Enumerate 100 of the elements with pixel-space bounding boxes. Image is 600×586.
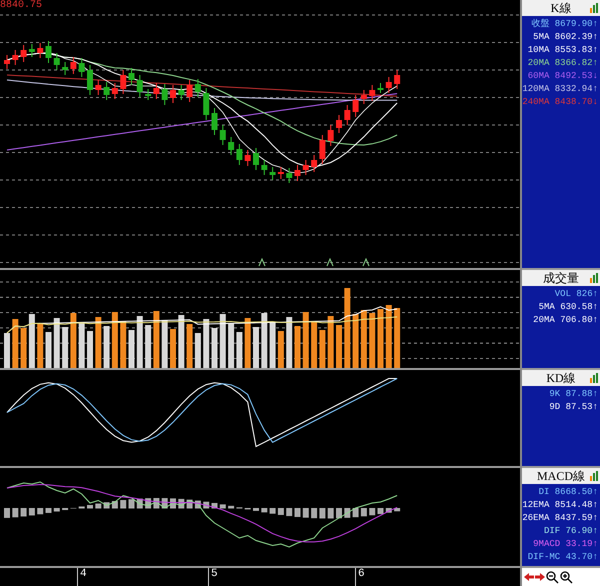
candlestick (302, 160, 309, 176)
volume-bar (352, 314, 359, 368)
panel-title: MACD線 (536, 468, 585, 484)
indicator-value: DI 8668.50↑ (538, 486, 598, 499)
volume-bar (253, 327, 259, 368)
candlestick (46, 40, 52, 64)
candlestick (270, 166, 276, 180)
histogram-bar (253, 508, 259, 511)
volume-bar (136, 316, 143, 368)
volume-bar (336, 325, 342, 368)
bar-chart-icon[interactable] (590, 471, 598, 481)
indicator-value: 10MA 8553.83↑ (528, 44, 598, 57)
volume-bar (294, 326, 300, 368)
candlestick (178, 84, 184, 100)
indicator-value: 9MACD 33.19↑ (533, 538, 598, 551)
candlestick (54, 52, 60, 70)
candlestick (170, 84, 176, 104)
candlestick (28, 44, 35, 58)
bar-chart-icon[interactable] (590, 373, 598, 383)
volume-bar (28, 314, 35, 368)
candlestick (352, 94, 359, 118)
histogram-bar (336, 508, 342, 518)
volume-bar (170, 329, 176, 368)
histogram-bar (311, 508, 318, 518)
histogram-bar (352, 508, 359, 518)
indicator-value: 5MA 630.58↑ (538, 301, 598, 314)
panel-title: K線 (550, 0, 572, 16)
volume-bar (328, 316, 334, 368)
candlestick (286, 168, 292, 184)
right-arrow-icon[interactable] (535, 572, 545, 582)
volume-bar (278, 331, 284, 368)
histogram-bar (128, 499, 134, 508)
histogram-bar (369, 508, 376, 516)
price-high-label: 8840.75 (0, 0, 42, 11)
zoom-out-icon[interactable] (546, 570, 559, 584)
histogram-bar (328, 508, 334, 518)
volume-bar (378, 309, 384, 368)
bar-chart-icon[interactable] (590, 273, 598, 283)
histogram-bar (37, 508, 44, 514)
indicator-value: 9D 87.53↑ (549, 401, 598, 414)
histogram-bar (12, 508, 18, 518)
histogram-bar (62, 508, 68, 510)
candlestick (228, 136, 234, 156)
candlestick (20, 44, 27, 62)
histogram-bar (278, 508, 284, 515)
histogram-bar (95, 504, 102, 508)
candlestick (278, 166, 284, 180)
volume-bar (194, 333, 201, 368)
signal-marker-icon (258, 258, 266, 266)
volume-bar (46, 332, 52, 368)
histogram-bar (286, 508, 292, 516)
candlestick (95, 80, 102, 96)
candlestick (220, 124, 226, 146)
volume-bar (95, 317, 102, 368)
volume-bar (286, 317, 292, 368)
candlestick (294, 164, 300, 182)
volume-bar (104, 326, 110, 368)
candlestick (62, 62, 68, 76)
volume-bar (37, 323, 44, 368)
histogram-bar (120, 500, 126, 508)
candlestick (261, 160, 268, 176)
candlestick (162, 84, 168, 106)
volume-bar (302, 312, 309, 368)
candlestick (311, 154, 318, 172)
indicator-value: 9K 87.88↑ (549, 388, 598, 401)
histogram-bar (261, 508, 268, 512)
histogram-bar (28, 508, 35, 516)
volume-bar (12, 319, 18, 368)
panel-title: 成交量 (543, 270, 579, 286)
bar-chart-icon[interactable] (590, 3, 598, 13)
histogram-bar (360, 508, 367, 516)
volume-bar (261, 313, 268, 368)
zoom-in-icon[interactable] (560, 570, 573, 584)
histogram-bar (394, 508, 400, 512)
volume-bar (236, 332, 242, 368)
candlestick (120, 70, 126, 94)
candlestick (236, 144, 242, 166)
candlestick (212, 108, 218, 136)
volume-bar (369, 313, 376, 368)
histogram-bar (54, 508, 60, 512)
volume-bar (360, 310, 367, 368)
volume-bar (212, 328, 218, 368)
candlestick (12, 50, 18, 66)
volume-bar (386, 305, 392, 368)
candlestick (153, 82, 160, 100)
candlestick (104, 82, 110, 100)
candlestick (344, 104, 350, 126)
indicator-value: 60MA 8492.53↓ (528, 70, 598, 83)
volume-bar (120, 321, 126, 368)
histogram-bar (319, 508, 326, 518)
volume-bar (70, 313, 76, 368)
left-arrow-icon[interactable] (524, 572, 534, 582)
histogram-bar (46, 508, 52, 513)
signal-marker-icon (326, 258, 334, 266)
volume-bar (178, 315, 184, 368)
candlestick (203, 88, 210, 120)
candlestick (253, 148, 259, 170)
histogram-bar (78, 506, 85, 508)
volume-bar (220, 314, 226, 368)
histogram-bar (220, 504, 226, 508)
